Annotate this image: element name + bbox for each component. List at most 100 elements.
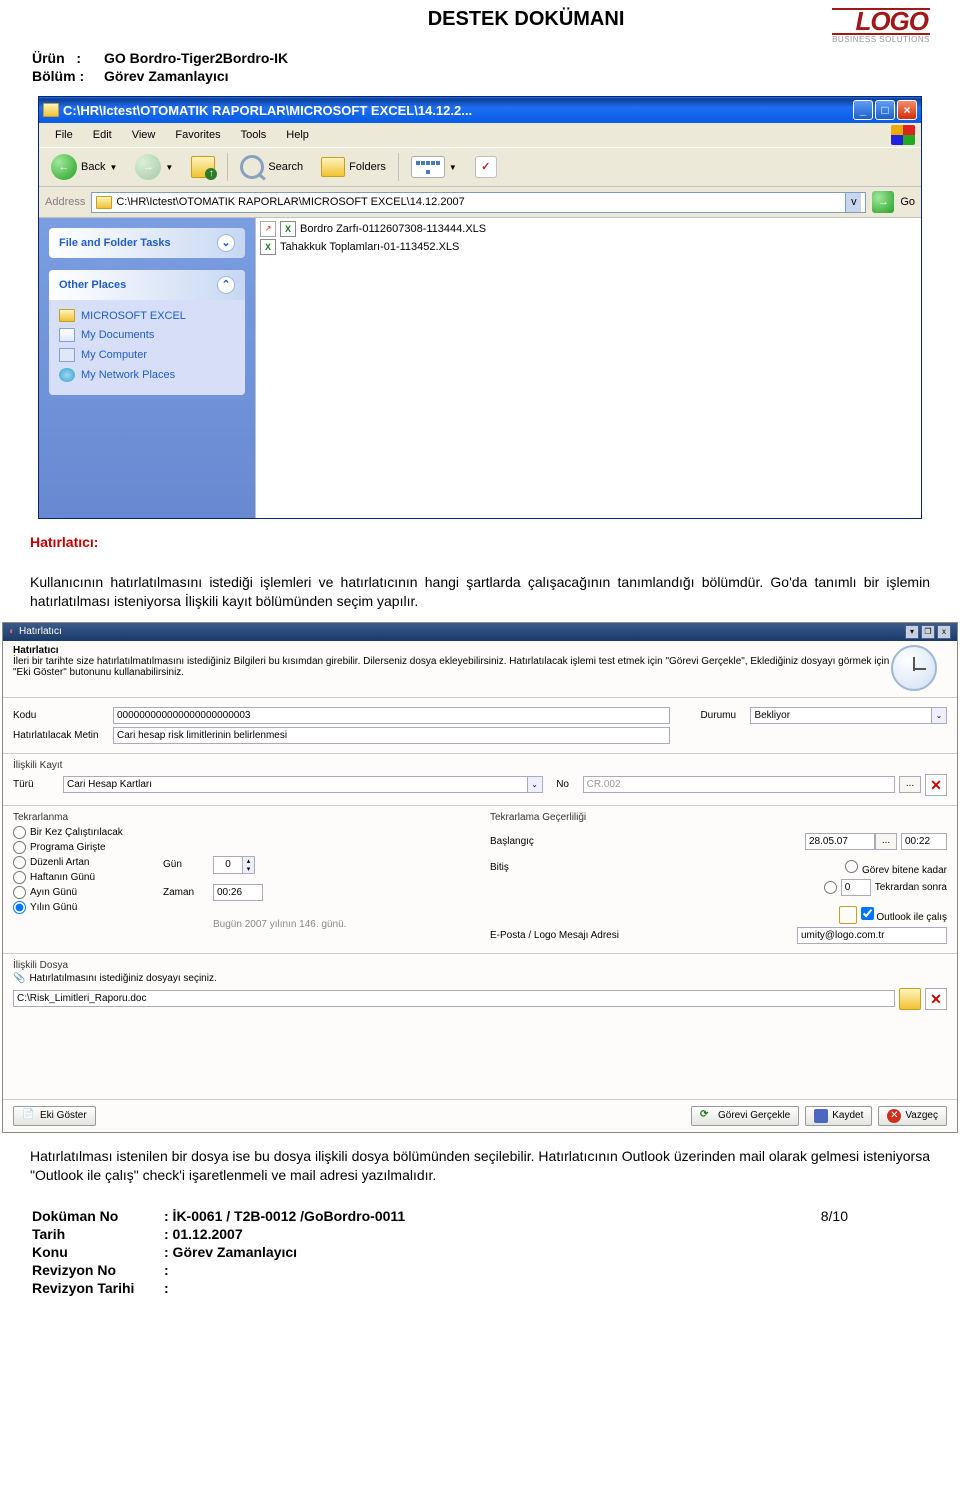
browse-folder-button[interactable]: [899, 988, 921, 1010]
browse-button[interactable]: ...: [899, 776, 921, 793]
back-button[interactable]: ←Back▼: [45, 152, 123, 182]
spinner-arrows-icon[interactable]: ▴▾: [242, 857, 254, 873]
address-dropdown-icon[interactable]: v: [845, 193, 861, 212]
forward-icon: →: [135, 154, 161, 180]
arrow-icon: ↗: [260, 221, 276, 237]
cancel-button[interactable]: ✕Vazgeç: [878, 1106, 947, 1126]
file-tasks-header[interactable]: File and Folder Tasks ⌄: [49, 228, 245, 258]
save-button[interactable]: Kaydet: [805, 1106, 872, 1126]
reminder-description: İleri bir tarihte size hatırlatılmatılma…: [13, 656, 889, 678]
forward-button[interactable]: →▼: [129, 152, 179, 182]
check-button[interactable]: ✓: [469, 154, 503, 180]
radio-yearday[interactable]: Yılın Günü: [13, 900, 163, 915]
show-attachment-button[interactable]: 📄Eki Göster: [13, 1106, 96, 1126]
r1-label: Bir Kez Çalıştırılacak: [30, 827, 123, 838]
menu-file[interactable]: File: [45, 127, 83, 143]
dosya-group-label: İlişkili Dosya: [13, 960, 947, 971]
zaman-input[interactable]: 00:26: [213, 884, 263, 901]
menu-help[interactable]: Help: [276, 127, 319, 143]
menu-view[interactable]: View: [122, 127, 166, 143]
dropdown-icon[interactable]: ⌄: [528, 776, 543, 793]
clear-button[interactable]: ✕: [925, 774, 947, 796]
clear-file-button[interactable]: ✕: [925, 988, 947, 1010]
file-tasks-panel: File and Folder Tasks ⌄: [49, 228, 245, 258]
radio-login[interactable]: Programa Girişte: [13, 840, 163, 855]
place-documents[interactable]: My Documents: [59, 325, 235, 345]
file-item[interactable]: X Tahakkuk Toplamları-01-113452.XLS: [260, 238, 917, 256]
menu-tools[interactable]: Tools: [231, 127, 277, 143]
dropdown-icon[interactable]: ⌄: [932, 707, 947, 724]
run-task-button[interactable]: ⟳Görevi Gerçekle: [691, 1106, 799, 1126]
close-button[interactable]: ×: [897, 100, 917, 120]
go-button[interactable]: →: [872, 191, 894, 213]
r4-label: Haftanın Günü: [30, 872, 95, 883]
outlook-checkbox[interactable]: Outlook ile çalış: [861, 907, 947, 923]
other-places-header[interactable]: Other Places ⌃: [49, 270, 245, 300]
place-network[interactable]: My Network Places: [59, 365, 235, 385]
r6-label: Yılın Günü: [30, 902, 77, 913]
kaydet-label: Kaydet: [832, 1110, 863, 1121]
folder-icon: [43, 103, 59, 117]
address-field[interactable]: C:\HR\Ictest\OTOMATIK RAPORLAR\MICROSOFT…: [91, 192, 866, 213]
gun-spinner[interactable]: 0▴▾: [213, 856, 255, 874]
radio-monthday[interactable]: Ayın Günü: [13, 885, 163, 900]
baslangic-date-input[interactable]: 28.05.07: [805, 833, 875, 850]
metin-input[interactable]: Cari hesap risk limitlerinin belirlenmes…: [113, 727, 670, 744]
tekrar-group-label: Tekrarlanma: [13, 812, 470, 823]
views-button[interactable]: ▼: [405, 154, 463, 180]
chevron-down-icon[interactable]: ⌄: [217, 234, 235, 252]
bitis-count-input[interactable]: 0: [841, 879, 871, 896]
menubar: File Edit View Favorites Tools Help: [39, 123, 921, 147]
up-button[interactable]: [185, 154, 221, 180]
konu-value: : Görev Zamanlayıcı: [164, 1244, 691, 1260]
menu-edit[interactable]: Edit: [83, 127, 122, 143]
file-item[interactable]: ↗ X Bordro Zarfı-0112607308-113444.XLS: [260, 220, 917, 238]
radio-weekday[interactable]: Haftanın Günü: [13, 870, 163, 885]
dosya-value: C:\Risk_Limitleri_Raporu.doc: [17, 993, 147, 1004]
search-button[interactable]: Search: [234, 153, 309, 181]
minimize-button[interactable]: _: [853, 100, 873, 120]
search-icon: [240, 155, 264, 179]
dosya-path-input[interactable]: C:\Risk_Limitleri_Raporu.doc: [13, 990, 895, 1007]
reminder-titlebar[interactable]: ◐ Hatırlatıcı ▾ ❐ x: [3, 623, 957, 641]
eposta-input[interactable]: umity@logo.com.tr: [797, 927, 947, 944]
place-excel[interactable]: MICROSOFT EXCEL: [59, 306, 235, 325]
place-excel-label: MICROSOFT EXCEL: [81, 310, 186, 322]
turu-select[interactable]: Cari Hesap Kartları: [63, 776, 528, 793]
close-button[interactable]: x: [937, 625, 951, 639]
kodu-label: Kodu: [13, 710, 113, 721]
turu-value: Cari Hesap Kartları: [67, 779, 152, 790]
restore-button[interactable]: ❐: [921, 625, 935, 639]
file-name: Bordro Zarfı-0112607308-113444.XLS: [300, 223, 486, 235]
eposta-value: umity@logo.com.tr: [801, 930, 885, 941]
radio-until-end[interactable]: Görev bitene kadar: [845, 860, 947, 876]
explorer-window: C:\HR\Ictest\OTOMATIK RAPORLAR\MICROSOFT…: [38, 96, 922, 519]
maximize-button[interactable]: □: [875, 100, 895, 120]
r5-label: Ayın Günü: [30, 887, 77, 898]
address-bar: Address C:\HR\Ictest\OTOMATIK RAPORLAR\M…: [39, 187, 921, 218]
product-meta-table: Ürün :GO Bordro-Tiger2Bordro-IK Bölüm :G…: [30, 48, 290, 86]
address-label: Address: [45, 196, 85, 208]
file-pane[interactable]: ↗ X Bordro Zarfı-0112607308-113444.XLS X…: [255, 218, 921, 518]
radio-interval[interactable]: Düzenli Artan: [13, 855, 163, 870]
folders-button[interactable]: Folders: [315, 155, 392, 179]
other-places-panel: Other Places ⌃ MICROSOFT EXCEL My Docume…: [49, 270, 245, 395]
no-value: CR.002: [587, 779, 621, 790]
attachment-icon: 📎: [13, 973, 25, 984]
kodu-input[interactable]: 000000000000000000000003: [113, 707, 670, 724]
chevron-up-icon[interactable]: ⌃: [217, 276, 235, 294]
no-input[interactable]: CR.002: [583, 776, 895, 793]
durumu-select[interactable]: Bekliyor: [750, 707, 932, 724]
date-picker-button[interactable]: ...: [875, 833, 897, 850]
caret-button[interactable]: ▾: [905, 625, 919, 639]
urun-value: GO Bordro-Tiger2Bordro-IK: [104, 50, 288, 66]
menu-favorites[interactable]: Favorites: [165, 127, 230, 143]
views-icon: [411, 156, 445, 178]
today-info: Bugün 2007 yılının 146. günü.: [213, 919, 346, 930]
place-computer[interactable]: My Computer: [59, 345, 235, 365]
baslangic-time-input[interactable]: 00:22: [901, 833, 947, 850]
radio-once[interactable]: Bir Kez Çalıştırılacak: [13, 825, 163, 840]
revno-label: Revizyon No: [32, 1262, 162, 1278]
radio-after-n[interactable]: 0Tekrardan sonra: [824, 879, 947, 896]
titlebar[interactable]: C:\HR\Ictest\OTOMATIK RAPORLAR\MICROSOFT…: [39, 97, 921, 123]
